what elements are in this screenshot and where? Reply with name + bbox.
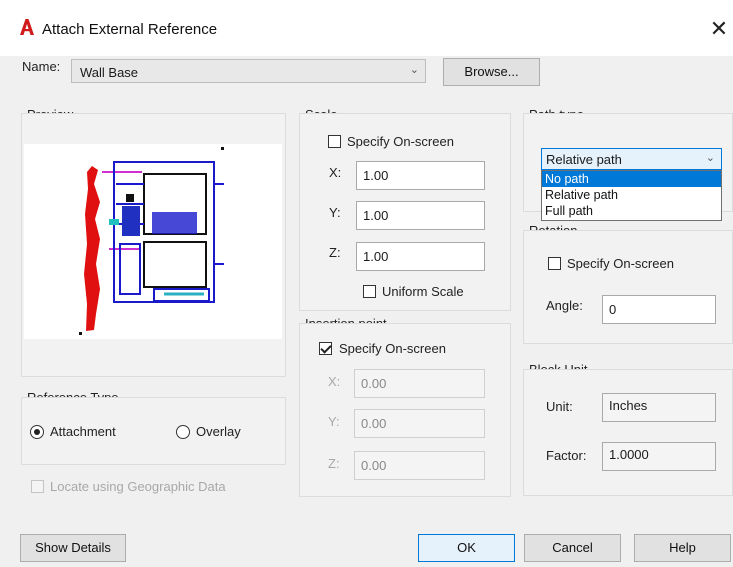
scale-y-label: Y:: [329, 205, 341, 220]
rotation-specify-label: Specify On-screen: [567, 256, 674, 271]
factor-value: 1.0000: [602, 442, 716, 471]
locate-geo-checkbox[interactable]: [31, 480, 44, 493]
insertion-x-input[interactable]: 0.00: [354, 369, 485, 398]
angle-input[interactable]: 0: [602, 295, 716, 324]
insertion-specify-label: Specify On-screen: [339, 341, 446, 356]
uniform-scale-label: Uniform Scale: [382, 284, 464, 299]
attachment-label: Attachment: [50, 424, 116, 439]
path-option-relative[interactable]: Relative path: [542, 187, 721, 203]
title-bar: Attach External Reference ✕: [0, 0, 733, 56]
unit-label: Unit:: [546, 399, 573, 414]
insertion-specify-checkbox[interactable]: [319, 342, 332, 355]
path-option-no-path[interactable]: No path: [542, 171, 721, 187]
path-type-combobox[interactable]: Relative path ⌄: [541, 148, 722, 170]
attach-xref-dialog: Attach External Reference ✕ Name: Wall B…: [0, 0, 733, 567]
overlay-label: Overlay: [196, 424, 241, 439]
scale-z-label: Z:: [329, 245, 341, 260]
rotation-group: [523, 230, 733, 344]
uniform-scale-checkbox[interactable]: [363, 285, 376, 298]
insertion-x-label: X:: [328, 374, 341, 389]
ok-button[interactable]: OK: [418, 534, 515, 562]
dialog-title: Attach External Reference: [42, 21, 218, 38]
chevron-down-icon[interactable]: ⌄: [410, 63, 419, 76]
factor-label: Factor:: [546, 448, 587, 463]
attachment-radio[interactable]: [30, 425, 44, 439]
close-icon[interactable]: ✕: [706, 16, 732, 42]
scale-z-input[interactable]: 1.00: [356, 242, 485, 271]
locate-geo-label: Locate using Geographic Data: [50, 479, 226, 494]
name-label: Name:: [22, 59, 61, 74]
autocad-logo-icon: [20, 19, 34, 35]
insertion-y-input[interactable]: 0.00: [354, 409, 485, 438]
unit-value: Inches: [602, 393, 716, 422]
insertion-y-label: Y:: [328, 414, 340, 429]
name-combobox[interactable]: Wall Base ⌄: [71, 59, 426, 83]
cancel-button[interactable]: Cancel: [524, 534, 621, 562]
path-type-selected: Relative path: [546, 152, 622, 167]
rotation-specify-checkbox[interactable]: [548, 257, 561, 270]
scale-x-label: X:: [329, 165, 342, 180]
path-option-full[interactable]: Full path: [542, 203, 721, 219]
browse-button[interactable]: Browse...: [443, 58, 540, 86]
insertion-z-input[interactable]: 0.00: [354, 451, 485, 480]
scale-y-input[interactable]: 1.00: [356, 201, 485, 230]
scale-x-input[interactable]: 1.00: [356, 161, 485, 190]
path-type-dropdown-list: No path Relative path Full path: [541, 170, 722, 221]
angle-label: Angle:: [546, 298, 583, 313]
insertion-z-label: Z:: [328, 456, 340, 471]
scale-specify-checkbox[interactable]: [328, 135, 341, 148]
block-unit-group: [523, 369, 733, 496]
help-button[interactable]: Help: [634, 534, 731, 562]
xref-preview-image: [24, 144, 282, 339]
name-value: Wall Base: [80, 65, 139, 80]
overlay-radio[interactable]: [176, 425, 190, 439]
show-details-button[interactable]: Show Details: [20, 534, 126, 562]
scale-specify-label: Specify On-screen: [347, 134, 454, 149]
chevron-down-icon[interactable]: ⌄: [706, 151, 715, 164]
